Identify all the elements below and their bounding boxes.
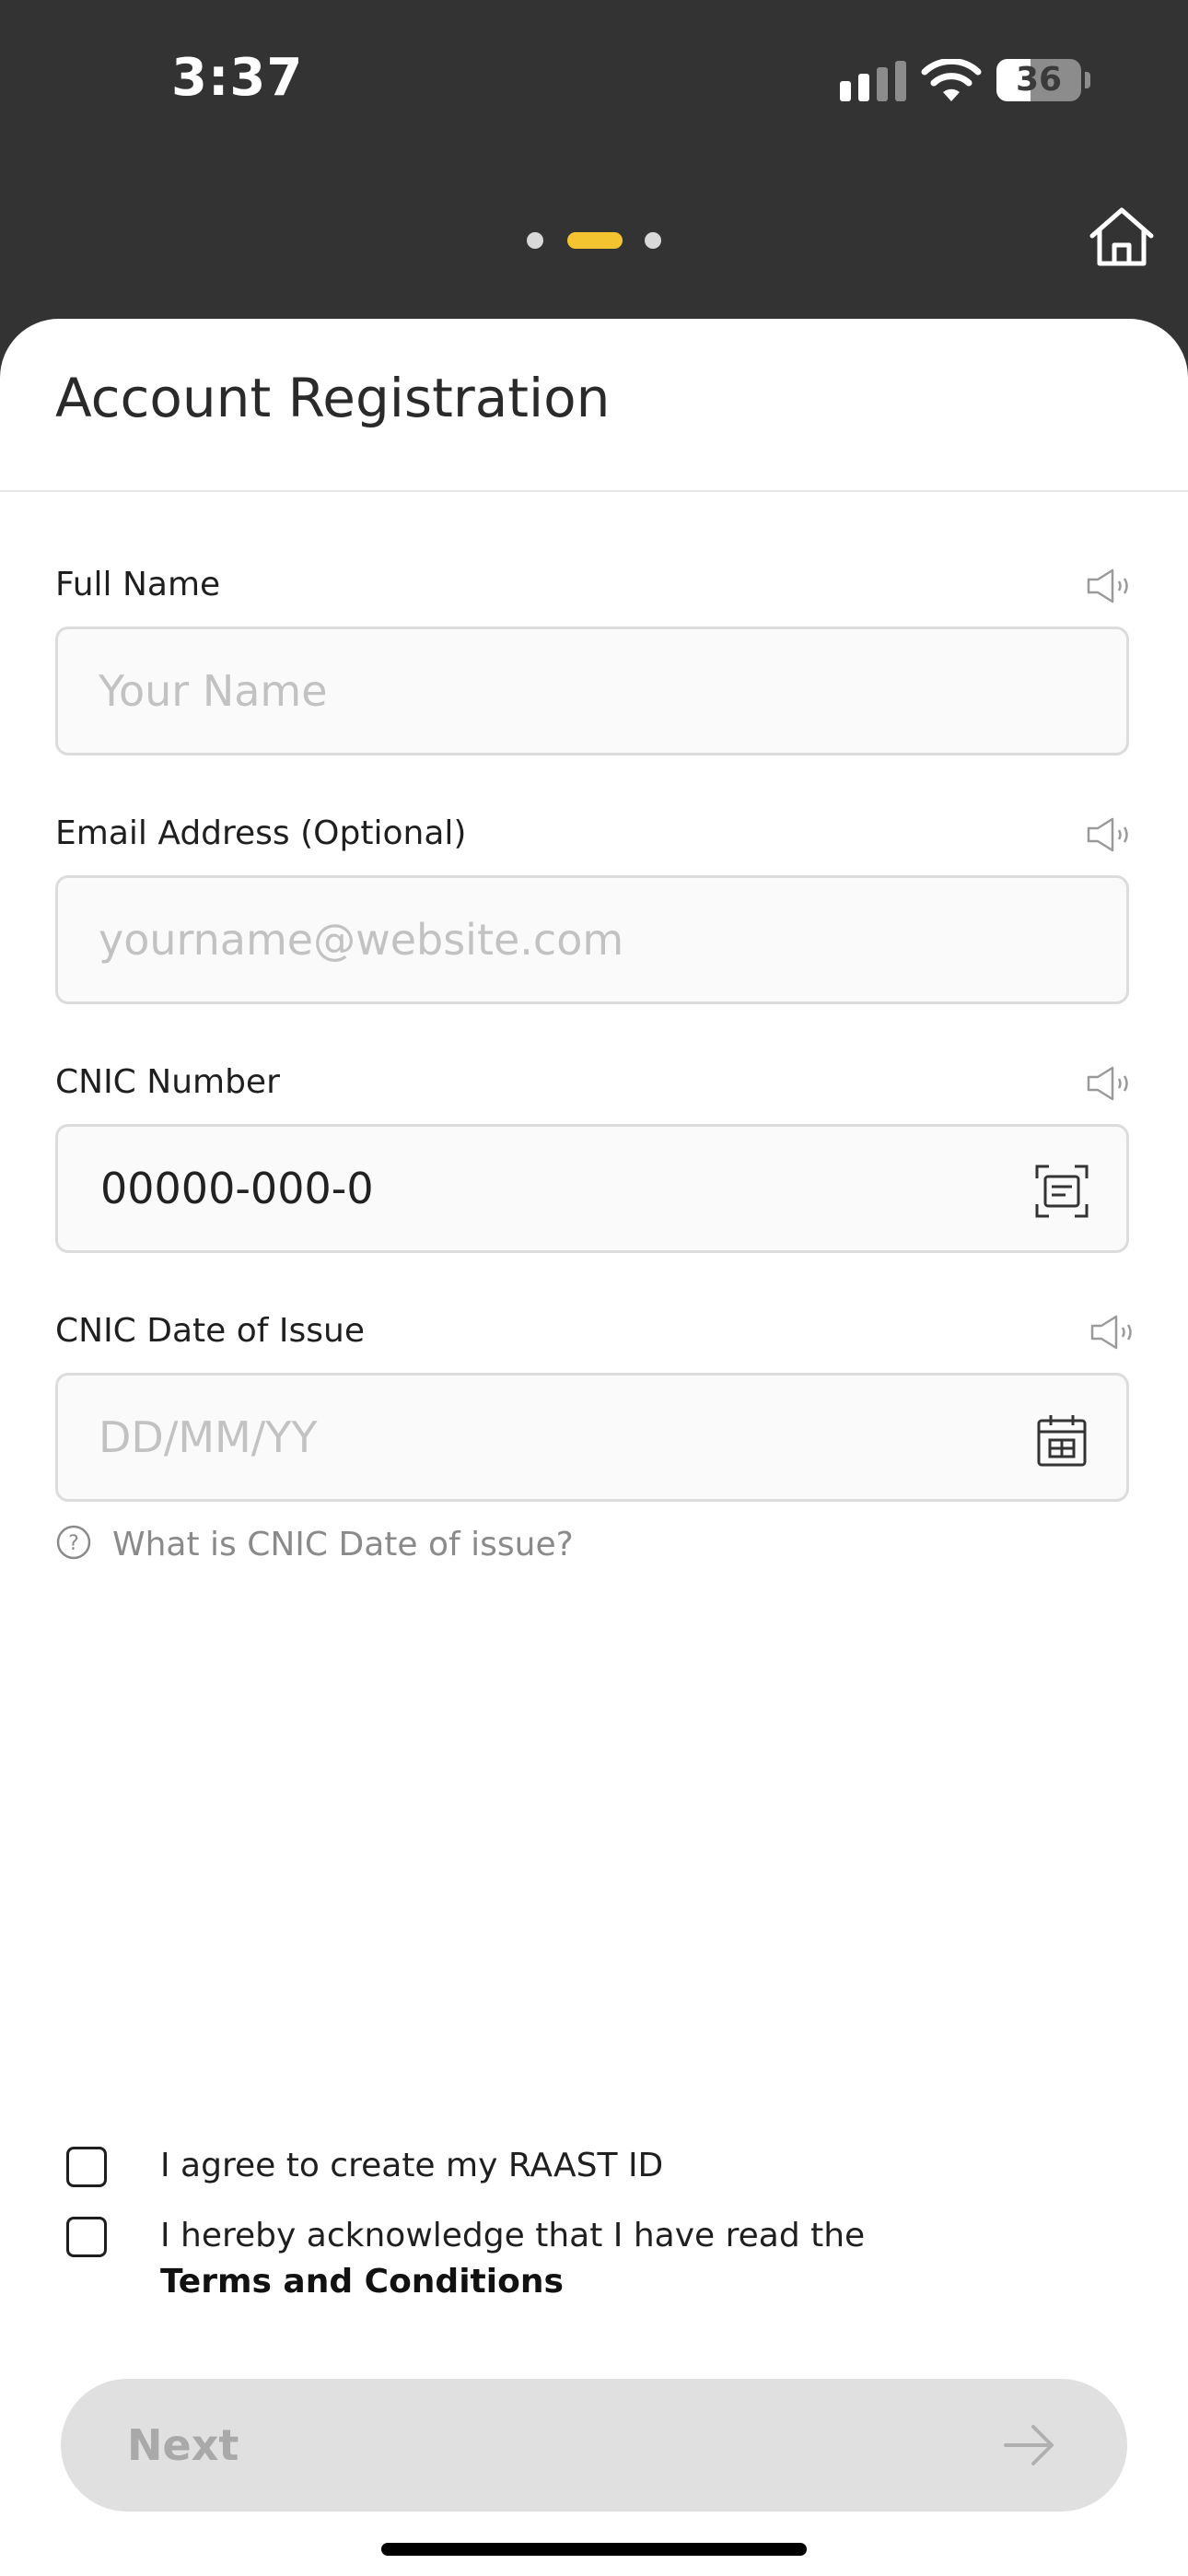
page-title: Account Registration (55, 367, 611, 429)
email-input[interactable] (99, 878, 1019, 1001)
cnic-number-label: CNIC Number (55, 1063, 280, 1101)
signal-icon (840, 61, 906, 101)
home-icon[interactable] (1087, 205, 1157, 269)
raast-agreement-text: I agree to create my RAAST ID (160, 2147, 664, 2184)
speaker-icon[interactable] (1085, 568, 1133, 604)
id-scan-icon[interactable] (1034, 1164, 1089, 1219)
email-field[interactable] (55, 875, 1129, 1004)
full-name-input[interactable] (99, 629, 1019, 753)
cnic-number-value[interactable]: 00000-000-0 (100, 1127, 374, 1250)
svg-text:?: ? (68, 1532, 79, 1555)
step-dot-3 (645, 232, 661, 249)
battery-level: 36 (1015, 61, 1063, 99)
terms-checkbox[interactable] (66, 2217, 107, 2257)
raast-checkbox[interactable] (66, 2147, 107, 2187)
arrow-right-icon (1004, 2425, 1054, 2465)
cnic-date-help-link[interactable]: What is CNIC Date of issue? (112, 1526, 574, 1563)
status-time: 3:37 (171, 48, 304, 108)
terms-agreement-text: I hereby acknowledge that I have read th… (160, 2217, 866, 2254)
cnic-date-label: CNIC Date of Issue (55, 1312, 365, 1350)
battery-icon: 36 (996, 59, 1081, 101)
speaker-icon[interactable] (1085, 1065, 1133, 1102)
step-dot-1 (527, 232, 543, 249)
full-name-field[interactable] (55, 626, 1129, 755)
step-dot-2-active (567, 232, 623, 249)
cnic-number-field[interactable]: 00000-000-0 (55, 1124, 1129, 1253)
question-icon[interactable]: ? (55, 1524, 92, 1561)
email-label: Email Address (Optional) (55, 814, 467, 852)
battery-tip (1085, 72, 1090, 88)
speaker-icon[interactable] (1085, 816, 1133, 853)
next-button-label: Next (127, 2420, 239, 2470)
terms-link[interactable]: Terms and Conditions (160, 2263, 564, 2301)
speaker-icon[interactable] (1089, 1314, 1136, 1351)
cnic-date-field[interactable] (55, 1373, 1129, 1502)
cnic-date-input[interactable] (99, 1376, 1019, 1499)
home-indicator (381, 2543, 807, 2556)
next-button[interactable]: Next (61, 2379, 1127, 2512)
full-name-label: Full Name (55, 566, 221, 603)
calendar-icon[interactable] (1034, 1412, 1089, 1468)
wifi-icon (921, 59, 982, 101)
title-divider (0, 490, 1188, 492)
